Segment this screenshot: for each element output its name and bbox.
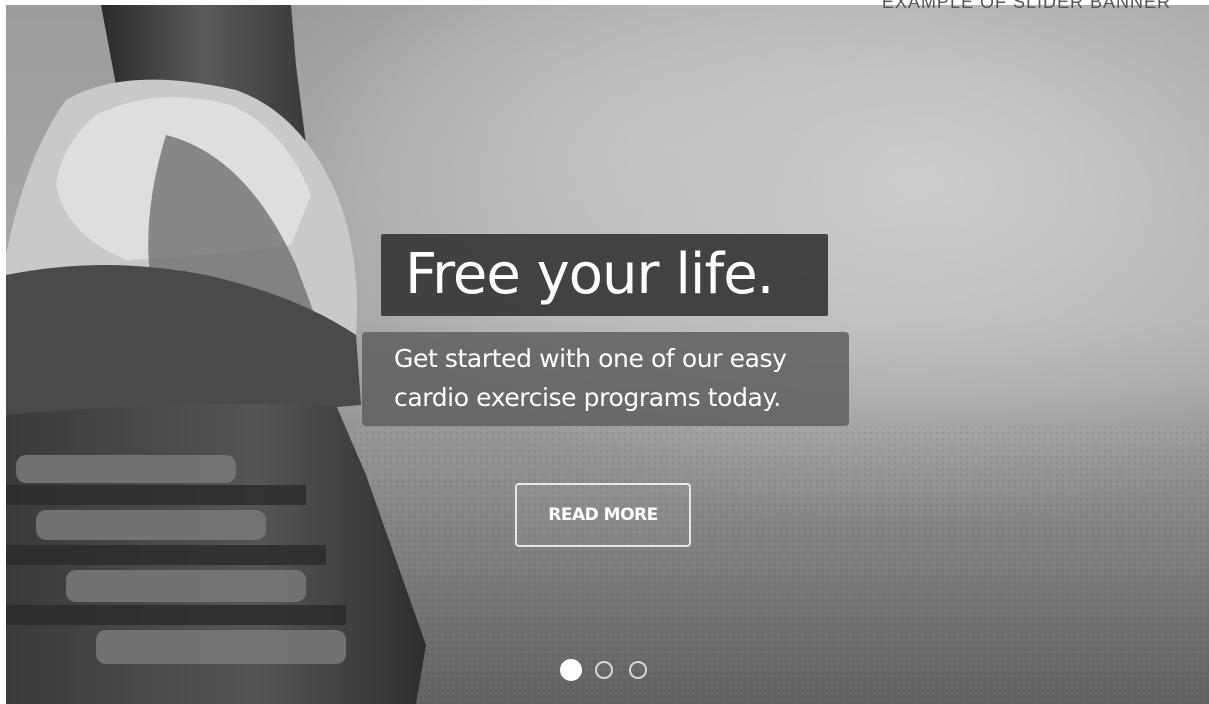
pagination-dot-1[interactable]: [560, 659, 582, 681]
slide-subtitle-line-1: Get started with one of our easy: [394, 344, 787, 373]
pagination-dot-3[interactable]: [629, 661, 647, 679]
subtitle-box: Get started with one of our easy cardio …: [362, 332, 849, 426]
headline-box: Free your life.: [381, 234, 828, 316]
slider-banner[interactable]: Free your life. Get started with one of …: [6, 5, 1209, 704]
read-more-button[interactable]: READ MORE: [515, 483, 691, 547]
slide-subtitle-line-2: cardio exercise programs today.: [394, 383, 781, 412]
page-caption: EXAMPLE OF SLIDER BANNER: [881, 0, 1171, 12]
page: EXAMPLE OF SLIDER BANNER Free your life.…: [0, 0, 1209, 704]
slide-headline: Free your life.: [405, 242, 774, 307]
pagination-dot-2[interactable]: [595, 661, 613, 679]
